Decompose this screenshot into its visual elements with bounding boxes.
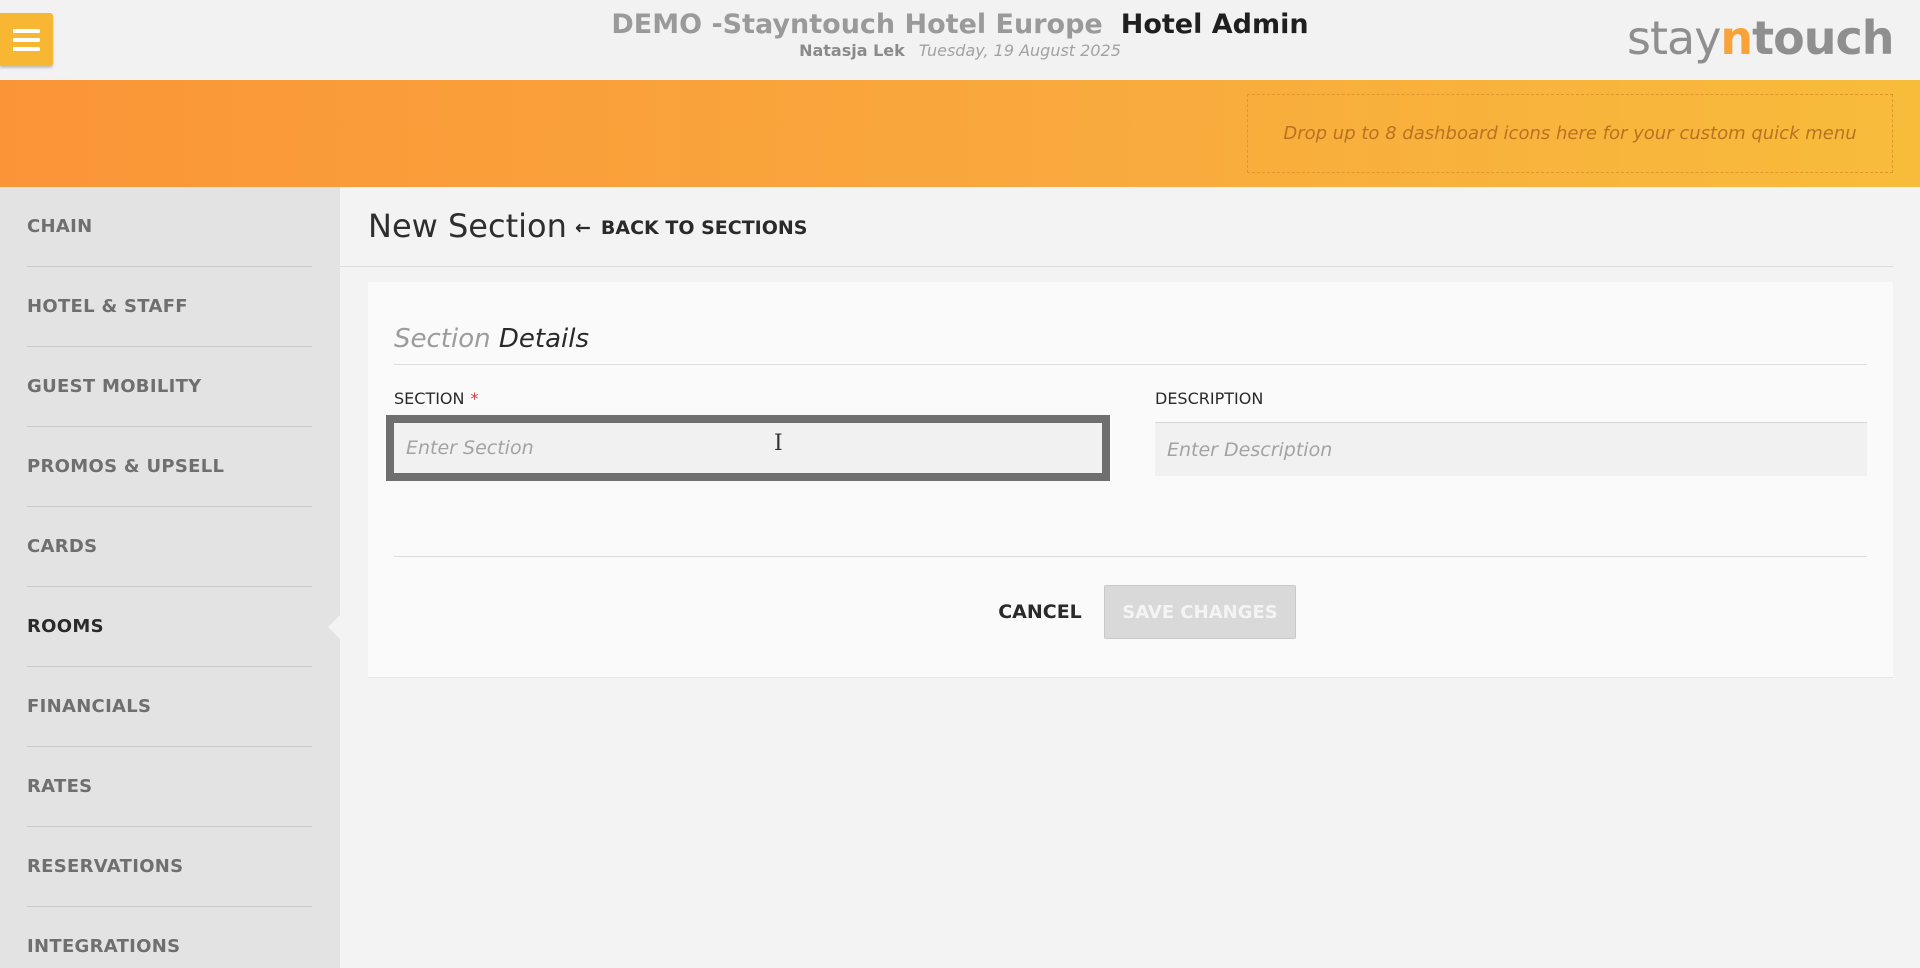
sidebar-item-label: PROMOS & UPSELL [27, 456, 225, 477]
sidebar-item-label: HOTEL & STAFF [27, 296, 188, 317]
sidebar-item-promos-upsell[interactable]: PROMOS & UPSELL [27, 427, 312, 507]
sidebar-item-label: RATES [27, 776, 93, 797]
section-placeholder: Enter Section [406, 437, 534, 459]
sidebar-item-reservations[interactable]: RESERVATIONS [27, 827, 312, 907]
description-input[interactable]: Enter Description [1155, 422, 1867, 476]
section-label: SECTION * [394, 389, 479, 408]
current-date: Tuesday, 19 August 2025 [918, 41, 1121, 60]
page-title: New Section [368, 207, 567, 245]
sidebar-item-chain[interactable]: CHAIN [27, 187, 312, 267]
description-label: DESCRIPTION [1155, 389, 1264, 408]
text-cursor-icon: I [774, 431, 783, 456]
sidebar-item-rates[interactable]: RATES [27, 747, 312, 827]
back-to-sections-link[interactable]: ← BACK TO SECTIONS [575, 217, 808, 239]
sidebar-item-guest-mobility[interactable]: GUEST MOBILITY [27, 347, 312, 427]
section-input[interactable]: Enter Section I [386, 415, 1110, 481]
user-name: Natasja Lek [799, 41, 905, 60]
description-placeholder: Enter Description [1167, 438, 1333, 461]
card-title: Section Details [394, 324, 1867, 365]
sidebar-item-label: RESERVATIONS [27, 856, 184, 877]
save-changes-button[interactable]: SAVE CHANGES [1104, 585, 1296, 639]
page-header: New Section ← BACK TO SECTIONS [340, 187, 1893, 267]
stayntouch-logo: stayntouch [1627, 11, 1895, 65]
sidebar-item-rooms[interactable]: ROOMS [27, 587, 312, 667]
required-marker: * [470, 389, 479, 408]
sidebar-item-label: GUEST MOBILITY [27, 376, 202, 397]
quick-menu-banner: Drop up to 8 dashboard icons here for yo… [0, 80, 1920, 187]
sidebar-item-label: CHAIN [27, 216, 93, 237]
sidebar-item-cards[interactable]: CARDS [27, 507, 312, 587]
admin-sidebar: CHAIN HOTEL & STAFF GUEST MOBILITY PROMO… [0, 187, 340, 968]
sidebar-item-hotel-staff[interactable]: HOTEL & STAFF [27, 267, 312, 347]
app-name: Hotel Admin [1120, 9, 1309, 40]
sidebar-item-label: CARDS [27, 536, 98, 557]
hotel-name: DEMO -Stayntouch Hotel Europe [611, 9, 1103, 40]
form-divider [394, 556, 1867, 557]
sidebar-item-label: FINANCIALS [27, 696, 152, 717]
sidebar-item-label: INTEGRATIONS [27, 936, 181, 957]
arrow-left-icon: ← [575, 217, 591, 239]
top-header: DEMO -Stayntouch Hotel Europe Hotel Admin… [0, 0, 1920, 80]
cancel-button[interactable]: CANCEL [980, 586, 1100, 638]
sidebar-item-label: ROOMS [27, 616, 104, 637]
back-link-label: BACK TO SECTIONS [600, 217, 808, 239]
dropzone-hint: Drop up to 8 dashboard icons here for yo… [1283, 123, 1857, 144]
quick-menu-dropzone[interactable]: Drop up to 8 dashboard icons here for yo… [1247, 94, 1893, 173]
sidebar-item-financials[interactable]: FINANCIALS [27, 667, 312, 747]
sidebar-item-integrations[interactable]: INTEGRATIONS [27, 907, 312, 968]
active-item-pointer [328, 615, 340, 639]
section-details-card: Section Details SECTION * Enter Section I… [368, 282, 1893, 678]
